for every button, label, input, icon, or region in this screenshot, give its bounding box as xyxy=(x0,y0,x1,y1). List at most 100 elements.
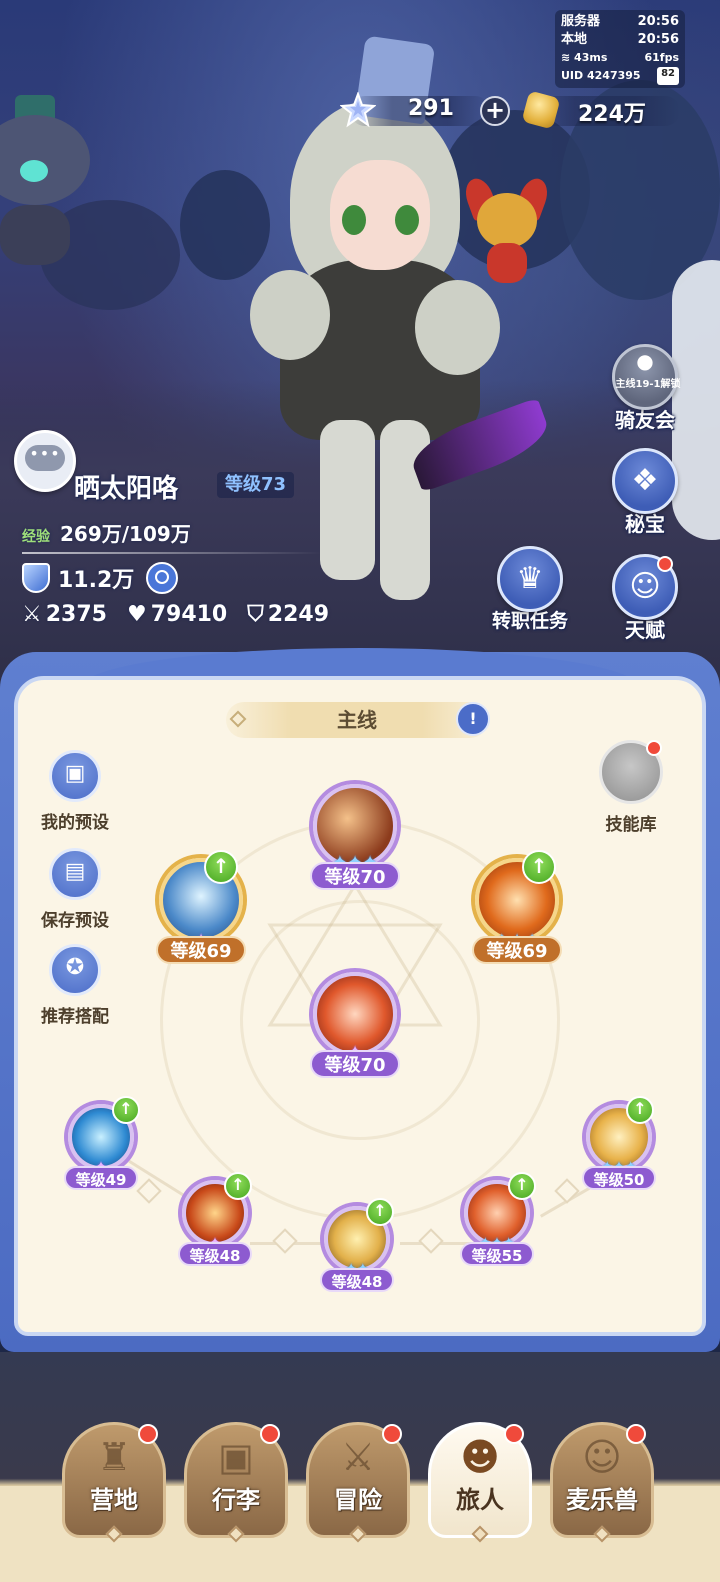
nav-tab-label: 营地 xyxy=(90,1486,138,1514)
job-change-quest-button[interactable]: ♛ 转职任务 xyxy=(490,546,570,633)
skill-library-notification-dot xyxy=(646,740,662,756)
recommend-label: 推荐搭配 xyxy=(41,1007,109,1027)
talent-button[interactable]: ☺ 天赋 xyxy=(605,554,685,643)
network-status-panel: 服务器 20:56 本地 20:56 ≋ 43ms 61fps UID 4247… xyxy=(555,10,685,88)
exp-label: 经验 xyxy=(22,529,50,545)
search-icon[interactable] xyxy=(146,562,179,594)
lock-icon: ● xyxy=(636,349,654,373)
my-preset-button[interactable]: ▣ 我的预设 xyxy=(30,750,120,833)
nav-tab-label: 行李 xyxy=(212,1486,260,1514)
add-currency-button[interactable]: + xyxy=(480,96,510,126)
fps-value: 61fps xyxy=(644,51,679,64)
treasure-button[interactable]: ❖ 秘宝 xyxy=(605,448,685,537)
pet-face-icon: ☺ xyxy=(582,1435,622,1479)
attack-icon: ⚔ xyxy=(22,602,42,627)
nav-tab-adventure[interactable]: ⚔ 冒险 xyxy=(306,1422,410,1543)
battery-icon: 82 xyxy=(657,67,679,85)
stats-row: ⚔ 2375 ♥ 79410 ⛉ 2249 xyxy=(22,602,329,627)
castle-icon: ♜ xyxy=(96,1435,132,1479)
chat-button[interactable]: ••• xyxy=(14,430,76,492)
skill-slot-bottom-2[interactable]: ✦ 等级48 ↑ xyxy=(170,1172,260,1266)
hp-value: 79410 xyxy=(150,602,228,627)
skill-library-button[interactable]: 技能库 xyxy=(596,740,666,835)
star-gem-icon xyxy=(340,92,376,128)
notification-dot xyxy=(382,1424,402,1444)
skill-level: 等级70 xyxy=(310,1050,400,1078)
upgrade-arrow-icon: ↑ xyxy=(522,850,556,884)
skill-level: 等级50 xyxy=(581,1166,657,1190)
skill-line-title[interactable]: 主线 xyxy=(226,702,488,738)
pet-fox-companion xyxy=(460,174,553,288)
nav-tab-luggage[interactable]: ▣ 行李 xyxy=(184,1422,288,1543)
skill-slot-bottom-3[interactable]: ✦✦ 等级48 ↑ xyxy=(312,1198,402,1292)
combat-power-icon xyxy=(22,563,50,593)
defense-shield-icon: ⛉ xyxy=(247,602,264,627)
upgrade-arrow-icon: ↑ xyxy=(224,1172,252,1200)
backpack-icon: ▣ xyxy=(218,1435,254,1479)
skill-slot-left[interactable]: ✦ 等级69 ↑ xyxy=(146,850,256,964)
ping-value: 43ms xyxy=(574,51,608,64)
server-label: 服务器 xyxy=(561,14,601,29)
save-preset-button[interactable]: ▤ 保存预设 xyxy=(30,848,120,931)
player-level: 等级73 xyxy=(217,472,295,498)
upgrade-arrow-icon: ↑ xyxy=(366,1198,394,1226)
nav-tab-camp[interactable]: ♜ 营地 xyxy=(62,1422,166,1543)
heart-icon: ♥ xyxy=(126,602,147,627)
upgrade-arrow-icon: ↑ xyxy=(112,1096,140,1124)
nav-tab-pets[interactable]: ☺ 麦乐兽 xyxy=(550,1422,654,1543)
upgrade-arrow-icon: ↑ xyxy=(204,850,238,884)
skill-slot-top[interactable]: ✦✦✦ 等级70 xyxy=(300,784,410,890)
unlock-requirement: 主线19-1解锁 xyxy=(615,379,681,390)
skill-slot-bottom-5[interactable]: ✦✦✦ 等级50 ↑ xyxy=(574,1096,664,1190)
skill-level: 等级69 xyxy=(156,936,246,964)
chat-icon: ••• xyxy=(25,445,65,471)
defense-value: 2249 xyxy=(267,602,329,627)
skill-level: 等级55 xyxy=(459,1242,535,1266)
divider xyxy=(22,552,322,554)
my-preset-label: 我的预设 xyxy=(41,813,109,833)
skill-slot-bottom-4[interactable]: ✦✦✦ 等级55 ↑ xyxy=(452,1172,542,1266)
talent-notification-dot xyxy=(657,556,673,572)
exp-value: 269万/109万 xyxy=(60,522,191,546)
skill-level: 等级69 xyxy=(472,936,562,964)
nav-tab-label: 冒险 xyxy=(334,1486,382,1514)
skill-level: 等级48 xyxy=(319,1268,395,1292)
upgrade-arrow-icon: ↑ xyxy=(508,1172,536,1200)
skill-slot-right[interactable]: ✦✦✦ 等级69 ↑ xyxy=(462,850,572,964)
skill-level: 等级49 xyxy=(63,1166,139,1190)
notification-dot xyxy=(260,1424,280,1444)
notification-dot xyxy=(138,1424,158,1444)
mount-club-icon: ● 主线19-1解锁 xyxy=(612,344,681,410)
coin-amount: 224万 xyxy=(578,102,646,127)
skill-level: 等级48 xyxy=(177,1242,253,1266)
preset-card-icon: ▣ xyxy=(49,750,101,802)
book-icon[interactable]: ! xyxy=(456,702,490,736)
notification-dot xyxy=(504,1424,524,1444)
mount-club-button[interactable]: ● 主线19-1解锁 骑友会 xyxy=(605,344,685,433)
upgrade-arrow-icon: ↑ xyxy=(626,1096,654,1124)
save-preset-label: 保存预设 xyxy=(41,911,109,931)
uid-value: UID 4247395 xyxy=(561,69,641,82)
local-time: 20:56 xyxy=(637,32,679,47)
player-name: 晒太阳咯 xyxy=(74,474,179,504)
combat-power-value: 11.2万 xyxy=(58,568,135,593)
skill-slot-bottom-1[interactable]: ✦ 等级49 ↑ xyxy=(56,1096,146,1190)
skill-library-label: 技能库 xyxy=(605,815,657,835)
nav-tab-label: 旅人 xyxy=(456,1486,504,1514)
skill-slot-center[interactable]: ✦ 等级70 xyxy=(300,972,410,1078)
star-gem-amount: 291 xyxy=(408,96,454,121)
pet-cat-companion xyxy=(0,95,105,265)
server-time: 20:56 xyxy=(637,14,679,29)
nav-tab-label: 麦乐兽 xyxy=(566,1486,638,1514)
recommend-setup-button[interactable]: ✪ 推荐搭配 xyxy=(30,944,120,1027)
local-label: 本地 xyxy=(561,32,588,47)
exp-row: 经验 269万/109万 xyxy=(22,518,191,547)
crossed-swords-icon: ⚔ xyxy=(340,1435,376,1479)
combat-power-row: 11.2万 xyxy=(22,562,179,594)
notification-dot xyxy=(626,1424,646,1444)
nav-tab-traveler[interactable]: ☻ 旅人 xyxy=(428,1422,532,1543)
player-info-panel: ••• 晒太阳咯 等级73 经验 269万/109万 11.2万 ⚔ 2375 ♥ 7… xyxy=(12,430,352,640)
attack-value: 2375 xyxy=(45,602,107,627)
save-disk-icon: ▤ xyxy=(49,848,101,900)
currency-bar: 291 + 224万 xyxy=(340,90,680,130)
